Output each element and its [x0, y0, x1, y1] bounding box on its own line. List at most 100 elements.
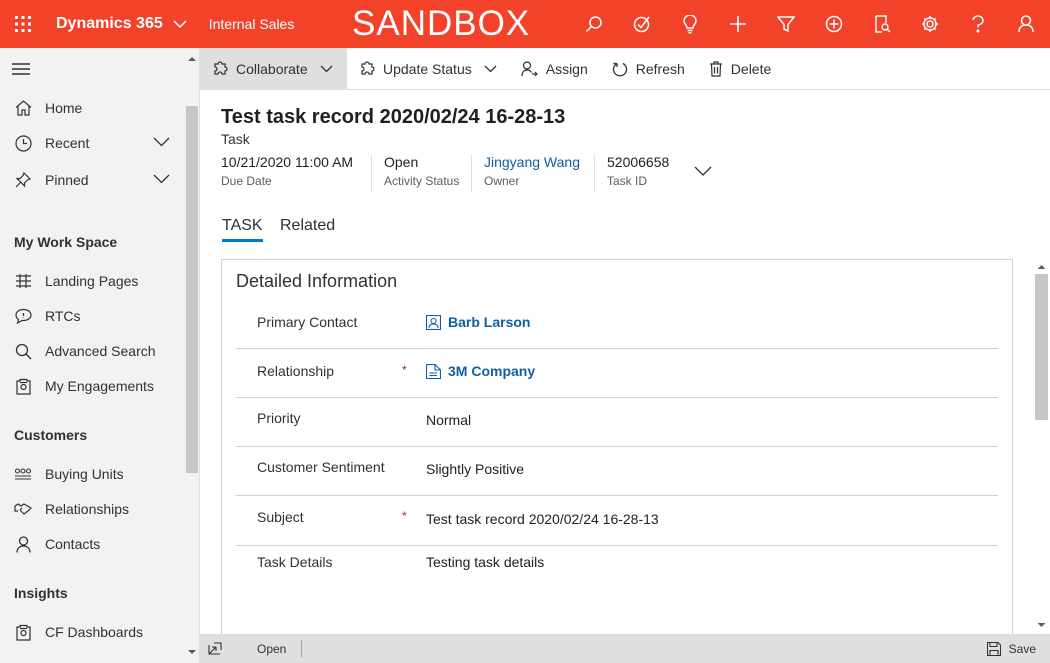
update-status-button[interactable]: Update Status	[347, 48, 509, 90]
app-name[interactable]: Dynamics 365	[56, 15, 163, 33]
help-icon[interactable]	[954, 0, 1002, 48]
row-divider	[236, 545, 998, 546]
plus-icon[interactable]	[714, 0, 762, 48]
contact-card-icon	[426, 314, 441, 330]
footer-divider	[301, 640, 302, 657]
assign-button[interactable]: Assign	[509, 48, 600, 90]
field-label: Task Details	[257, 554, 333, 570]
clipboard-icon	[13, 376, 33, 396]
sidebar-item-recent[interactable]: Recent	[0, 126, 184, 160]
sidebar-item-label: Pinned	[45, 172, 89, 188]
delete-label: Delete	[730, 60, 772, 77]
sidebar-item-advanced-search[interactable]: Advanced Search	[0, 334, 184, 368]
update-status-label: Update Status	[383, 60, 472, 77]
person-icon	[13, 534, 33, 554]
sidebar-item-label: Home	[45, 100, 83, 116]
subject-value[interactable]: Test task record 2020/02/24 16-28-13	[426, 511, 659, 527]
relationship-lookup[interactable]: 3M Company	[426, 363, 535, 379]
sidebar-item-label: Advanced Search	[45, 343, 156, 359]
sidebar-item-label: Contacts	[45, 536, 101, 552]
sidebar-scrollbar-thumb[interactable]	[186, 106, 198, 473]
sidebar-item-rtcs[interactable]: RTCs	[0, 299, 184, 333]
app-launcher-icon[interactable]	[0, 0, 46, 48]
sidebar-item-label: My Engagements	[45, 378, 154, 394]
task-check-icon[interactable]	[618, 0, 666, 48]
sidebar-item-label: Landing Pages	[45, 273, 139, 289]
dashboard-icon	[13, 622, 33, 642]
sidebar-item-landing-pages[interactable]: Landing Pages	[0, 264, 184, 298]
row-divider	[236, 397, 998, 398]
customer-sentiment-value[interactable]: Slightly Positive	[426, 461, 524, 477]
refresh-button[interactable]: Refresh	[600, 48, 697, 90]
sidebar-item-buying-units[interactable]: Buying Units	[0, 457, 184, 491]
assign-label: Assign	[545, 60, 588, 77]
header-expand-chevron-icon[interactable]	[694, 166, 712, 176]
header-field-due-date: 10/21/2020 11:00 AM Due Date	[221, 154, 353, 194]
sidebar-item-label: CF Dashboards	[45, 624, 144, 640]
sidebar-item-contacts[interactable]: Contacts	[0, 527, 184, 561]
account-icon	[426, 363, 441, 379]
save-button[interactable]: Save	[986, 634, 1036, 663]
handshake-icon	[13, 499, 33, 519]
sidebar-item-pinned[interactable]: Pinned	[0, 163, 184, 197]
sidebar-item-label: RTCs	[45, 308, 81, 324]
collaborate-button[interactable]: Collaborate	[200, 47, 347, 90]
field-label: Customer Sentiment	[257, 459, 385, 475]
refresh-icon	[612, 61, 628, 77]
environment-label: SANDBOX	[352, 4, 531, 43]
owner-link[interactable]: Jingyang Wang	[484, 154, 580, 170]
main-scrollbar-thumb[interactable]	[1035, 274, 1048, 420]
report-search-icon[interactable]	[858, 0, 906, 48]
activity-status-label: Activity Status	[384, 174, 460, 188]
sidebar-item-relationships[interactable]: Relationships	[0, 492, 184, 526]
lightbulb-icon[interactable]	[666, 0, 714, 48]
delete-button[interactable]: Delete	[697, 48, 783, 90]
chevron-down-icon[interactable]	[320, 65, 333, 73]
record-title: Test task record 2020/02/24 16-28-13	[221, 106, 566, 128]
due-date-label: Due Date	[221, 174, 272, 188]
search-icon[interactable]	[570, 0, 618, 48]
clock-icon	[13, 133, 33, 153]
hamburger-menu-icon[interactable]	[12, 62, 30, 76]
required-marker: *	[402, 509, 407, 523]
tab-task[interactable]: TASK	[222, 217, 263, 242]
sidebar-item-label: Relationships	[45, 501, 130, 517]
task-id-value: 52006658	[607, 154, 670, 170]
chevron-down-icon[interactable]	[153, 174, 170, 184]
required-marker: *	[402, 363, 407, 377]
relationship-value: 3M Company	[448, 363, 536, 379]
chevron-down-icon[interactable]	[173, 20, 187, 28]
sidebar-item-home[interactable]: Home	[0, 91, 184, 125]
refresh-label: Refresh	[635, 60, 685, 77]
field-label: Relationship	[257, 363, 335, 379]
activity-status-value: Open	[384, 154, 419, 170]
chevron-down-icon[interactable]	[153, 137, 170, 147]
save-label: Save	[1008, 641, 1036, 656]
user-icon[interactable]	[1002, 0, 1050, 48]
header-divider	[471, 155, 472, 192]
popout-icon[interactable]	[208, 642, 222, 655]
tab-related[interactable]: Related	[280, 217, 335, 235]
sidebar-item-my-engagements[interactable]: My Engagements	[0, 369, 184, 403]
assign-person-icon	[521, 60, 538, 77]
task-id-label: Task ID	[607, 174, 648, 188]
priority-value[interactable]: Normal	[426, 412, 471, 428]
detailed-information-section: Detailed Information Primary Contact Bar…	[221, 259, 1013, 639]
filter-icon[interactable]	[762, 0, 810, 48]
sidebar-item-cf-dashboards[interactable]: CF Dashboards	[0, 615, 184, 649]
group-title-insights: Insights	[14, 585, 68, 601]
search-icon	[13, 341, 33, 361]
area-name[interactable]: Internal Sales	[209, 16, 295, 32]
header-divider	[371, 155, 372, 192]
record-status: Open	[257, 641, 287, 656]
chevron-down-icon[interactable]	[484, 65, 497, 73]
collaborate-label: Collaborate	[236, 60, 308, 77]
primary-contact-lookup[interactable]: Barb Larson	[426, 314, 530, 330]
section-title: Detailed Information	[236, 271, 398, 291]
command-bar: Collaborate Update Status Assign Refresh…	[200, 47, 1050, 90]
chat-icon	[13, 306, 33, 326]
owner-label: Owner	[484, 174, 520, 188]
task-details-value[interactable]: Testing task details	[426, 554, 544, 570]
circle-plus-icon[interactable]	[810, 0, 858, 48]
gear-icon[interactable]	[906, 0, 954, 48]
